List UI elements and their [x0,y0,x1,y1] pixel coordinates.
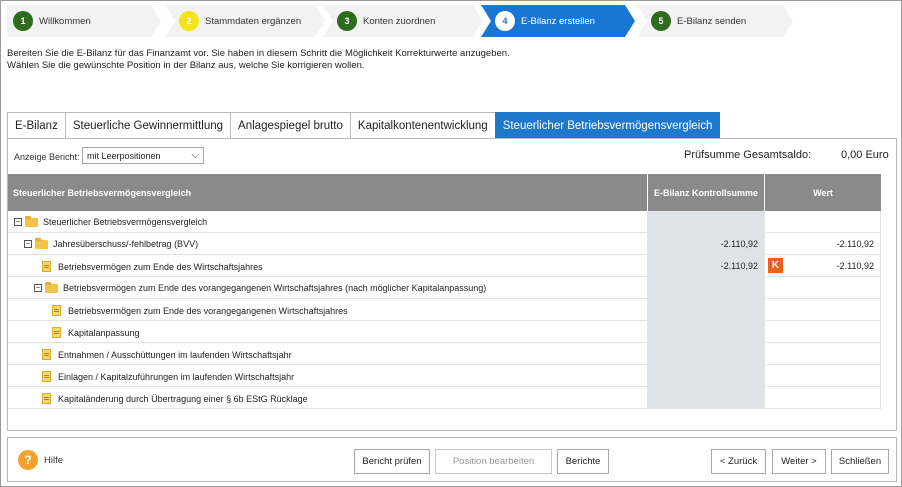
help-link[interactable]: Hilfe [44,455,63,466]
chevron-down-icon: ⌵ [191,150,199,161]
folder-icon [45,281,58,293]
control-sum-cell [647,277,764,299]
value-cell[interactable]: -2.110,92 [764,233,881,255]
table-row[interactable]: − Betriebsvermögen zum Ende des vorangeg… [8,277,881,299]
table-row[interactable]: Entnahmen / Ausschüttungen im laufenden … [8,343,881,365]
report-select[interactable]: mit Leerpositionen ⌵ [82,147,204,164]
control-sum-cell: -2.110,92 [647,255,764,277]
report-select-label: Anzeige Bericht: [14,152,80,162]
table-row[interactable]: Einlagen / Kapitalzuführungen im laufend… [8,365,881,387]
table-row[interactable]: Betriebsvermögen zum Ende des vorangegan… [8,299,881,321]
row-label: Kapitalanpassung [68,327,140,338]
collapse-toggle-icon[interactable]: − [14,218,22,226]
check-report-button[interactable]: Bericht prüfen [354,449,430,474]
column-header-value[interactable]: Wert [764,174,881,211]
column-header-position[interactable]: Steuerlicher Betriebsvermögensvergleich [13,188,191,198]
step-create-ebilanz[interactable]: 4 E-Bilanz erstellen [481,5,635,37]
next-button[interactable]: Weiter > [772,449,826,474]
row-label: Betriebsvermögen zum Ende des vorangegan… [68,305,348,316]
document-icon [42,371,51,382]
row-label: Kapitaländerung durch Übertragung einer … [58,393,308,404]
value-cell[interactable] [764,343,881,365]
report-grid: Steuerlicher Betriebsvermögensvergleich … [8,174,881,409]
step-assign-accounts[interactable]: 3 Konten zuordnen [323,5,483,37]
step-label: E-Bilanz erstellen [521,15,595,27]
tab-capital-accounts[interactable]: Kapitalkontenentwicklung [349,112,496,138]
table-row[interactable]: − Steuerlicher Betriebsvermögensvergleic… [8,211,881,233]
help-icon[interactable]: ? [18,450,38,470]
folder-icon [25,215,38,227]
step-label: Willkommen [39,15,91,27]
document-icon [52,327,61,338]
value-cell[interactable]: K -2.110,92 [764,255,881,277]
tab-tax-profit-determination[interactable]: Steuerliche Gewinnermittlung [64,112,232,138]
row-label: Jahresüberschuss/-fehlbetrag (BVV) [53,239,199,249]
close-button[interactable]: Schließen [831,449,889,474]
reports-button[interactable]: Berichte [557,449,609,474]
correction-badge[interactable]: K [768,258,783,273]
step-number: 3 [337,11,357,31]
value-cell[interactable] [764,365,881,387]
table-row[interactable]: Kapitaländerung durch Übertragung einer … [8,387,881,409]
back-button[interactable]: < Zurück [711,449,766,474]
document-icon [42,349,51,360]
checksum-value: 0,00 Euro [841,149,889,161]
value-cell[interactable] [764,277,881,299]
step-label: Konten zuordnen [363,15,436,27]
intro-text: Bereiten Sie die E-Bilanz für das Finanz… [7,48,887,72]
value-cell[interactable] [764,387,881,409]
row-label: Entnahmen / Ausschüttungen im laufenden … [58,349,292,360]
tab-tax-equity-comparison[interactable]: Steuerlicher Betriebsvermögensvergleich [494,112,721,138]
control-sum-cell: -2.110,92 [647,233,764,255]
step-send-ebilanz[interactable]: 5 E-Bilanz senden [637,5,793,37]
step-master-data[interactable]: 2 Stammdaten ergänzen [165,5,325,37]
control-sum-cell [647,299,764,321]
collapse-toggle-icon[interactable]: − [34,284,42,292]
document-icon [52,305,61,316]
step-label: E-Bilanz senden [677,15,747,27]
report-select-value: mit Leerpositionen [87,150,161,161]
step-number: 2 [179,11,199,31]
table-row[interactable]: Betriebsvermögen zum Ende des Wirtschaft… [8,255,881,277]
value-cell[interactable] [764,211,881,233]
step-number: 5 [651,11,671,31]
report-tabs: E-Bilanz Steuerliche Gewinnermittlung An… [7,112,721,138]
grid-header: Steuerlicher Betriebsvermögensvergleich … [8,174,881,211]
tab-ebilanz[interactable]: E-Bilanz [7,112,66,138]
value-cell[interactable] [764,321,881,343]
intro-line-2: Wählen Sie die gewünschte Position in de… [7,60,365,71]
table-row[interactable]: − Jahresüberschuss/-fehlbetrag (BVV) -2.… [8,233,881,255]
checksum-label: Prüfsumme Gesamtsaldo: [684,149,812,161]
control-sum-cell [647,365,764,387]
step-number: 1 [13,11,33,31]
footer-bar: ? Hilfe Bericht prüfen Position bearbeit… [7,437,897,482]
document-icon [42,393,51,404]
row-label: Steuerlicher Betriebsvermögensvergleich [43,217,208,227]
collapse-toggle-icon[interactable]: − [24,240,32,248]
step-welcome[interactable]: 1 Willkommen [7,5,161,37]
step-label: Stammdaten ergänzen [205,15,302,27]
table-row[interactable]: Kapitalanpassung [8,321,881,343]
folder-icon [35,237,48,249]
value-cell[interactable] [764,299,881,321]
control-sum-cell [647,321,764,343]
step-number: 4 [495,11,515,31]
tab-asset-schedule[interactable]: Anlagespiegel brutto [230,112,351,138]
row-label: Betriebsvermögen zum Ende des vorangegan… [63,283,487,293]
report-panel: Anzeige Bericht: mit Leerpositionen ⌵ Pr… [7,138,897,431]
control-sum-cell [647,343,764,365]
column-header-control-sum[interactable]: E-Bilanz Kontrollsumme [647,174,764,211]
control-sum-cell [647,387,764,409]
row-label: Einlagen / Kapitalzuführungen im laufend… [58,371,295,382]
control-sum-cell [647,211,764,233]
row-label: Betriebsvermögen zum Ende des Wirtschaft… [58,261,263,272]
intro-line-1: Bereiten Sie die E-Bilanz für das Finanz… [7,48,510,59]
edit-position-button[interactable]: Position bearbeiten [435,449,552,474]
document-icon [42,261,51,272]
app-window: 1 Willkommen 2 Stammdaten ergänzen 3 Kon… [0,0,902,487]
